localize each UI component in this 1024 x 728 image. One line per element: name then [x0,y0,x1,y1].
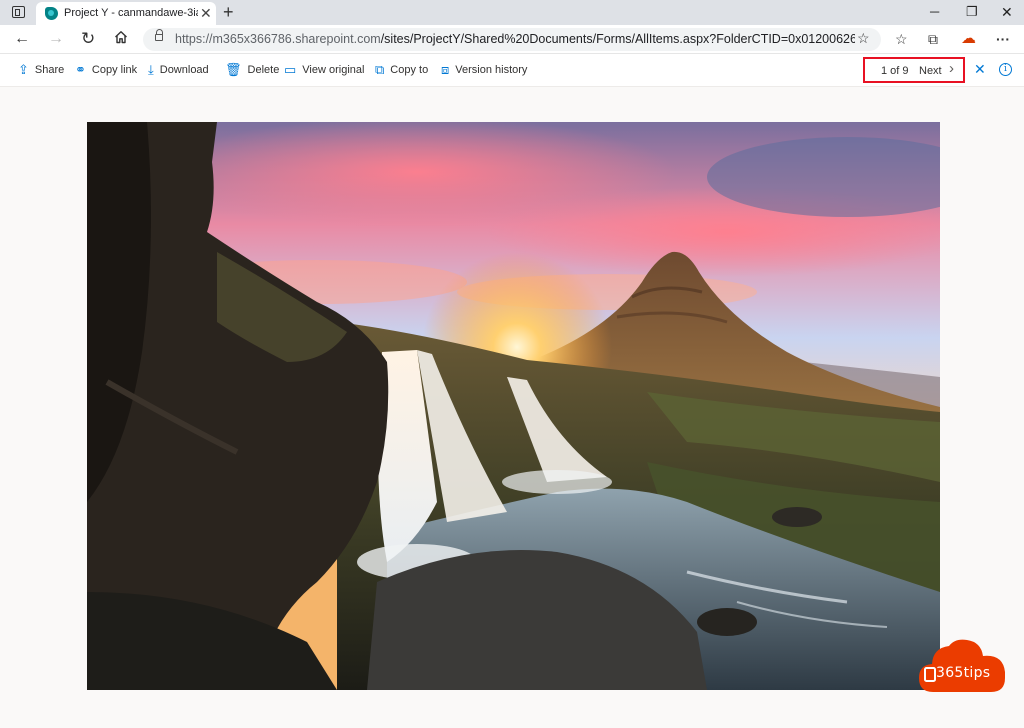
tab-actions-icon[interactable] [12,6,25,18]
tab-title: Project Y - canmandawe-3iaV4w [64,7,198,19]
download-label: Download [159,64,209,76]
collections-icon[interactable]: ⧉ [928,30,938,48]
share-button[interactable]: ⇪ Share [18,63,64,77]
reload-icon[interactable]: ↻ [81,29,95,49]
copy-icon: ⧉ [375,62,385,77]
more-options-icon[interactable]: ··· [996,30,1010,48]
office-cloud-icon[interactable]: ☁ [961,30,976,48]
download-button[interactable]: ⤓ Download [148,63,209,77]
browser-tabstrip: Project Y - canmandawe-3iaV4w ✕ + ─ ❐ ✕ [0,0,1024,25]
close-viewer-icon[interactable]: ✕ [974,62,986,76]
trash-icon: 🗑 [225,62,242,77]
viewer-command-bar: ⇪ Share ⚭ Copy link ⤓ Download 🗑 Delete … [0,54,1024,87]
new-tab-button[interactable]: + [223,1,234,23]
lock-icon[interactable] [155,29,163,41]
watermark-text: 365tips [936,665,991,681]
image-preview [87,122,940,690]
forward-icon[interactable]: → [48,29,64,49]
link-icon: ⚭ [75,62,86,77]
copy-link-button[interactable]: ⚭ Copy link [75,63,137,77]
copy-to-button[interactable]: ⧉ Copy to [375,63,428,77]
delete-label: Delete [247,64,280,76]
sharepoint-favicon-icon [45,7,58,20]
address-bar[interactable]: https://m365x366786.sharepoint.com/sites… [143,28,881,51]
info-icon[interactable]: i [999,63,1012,76]
file-pager: 1 of 9 Next › [863,57,965,83]
share-label: Share [34,64,65,76]
download-icon: ⤓ [148,62,154,77]
landscape-photo [87,122,940,690]
copy-link-label: Copy link [91,64,138,76]
delete-button[interactable]: 🗑 Delete [225,63,279,77]
url-text[interactable]: https://m365x366786.sharepoint.com/sites… [175,32,855,46]
version-history-label: Version history [455,64,528,76]
restore-icon[interactable]: ❐ [966,3,978,21]
view-original-label: View original [302,64,365,76]
copy-to-label: Copy to [390,64,429,76]
favorites-icon[interactable]: ☆ [895,30,908,48]
browser-tab[interactable]: Project Y - canmandawe-3iaV4w ✕ [36,2,216,25]
version-history-button[interactable]: ⧈ Version history [441,63,527,77]
back-icon[interactable]: ← [14,29,30,49]
chevron-right-icon[interactable]: › [949,61,954,77]
minimize-icon[interactable]: ─ [930,3,939,21]
home-icon[interactable] [114,30,128,44]
next-file-button[interactable]: Next [919,65,942,77]
view-original-button[interactable]: ▭ View original [284,63,364,77]
view-original-icon: ▭ [284,62,297,77]
url-path: /sites/ProjectY/Shared%20Documents/Forms… [380,32,855,46]
watermark-badge: 365tips [919,638,1005,694]
url-host: https://m365x366786.sharepoint.com [175,32,381,46]
pager-count: 1 of 9 [881,65,909,77]
browser-navbar: ← → ↻ https://m365x366786.sharepoint.com… [0,25,1024,54]
version-history-icon: ⧈ [441,62,450,77]
add-favorite-icon[interactable]: ☆ [857,30,870,47]
share-icon: ⇪ [18,62,29,77]
tab-close-icon[interactable]: ✕ [200,5,212,21]
window-close-icon[interactable]: ✕ [1001,3,1013,21]
